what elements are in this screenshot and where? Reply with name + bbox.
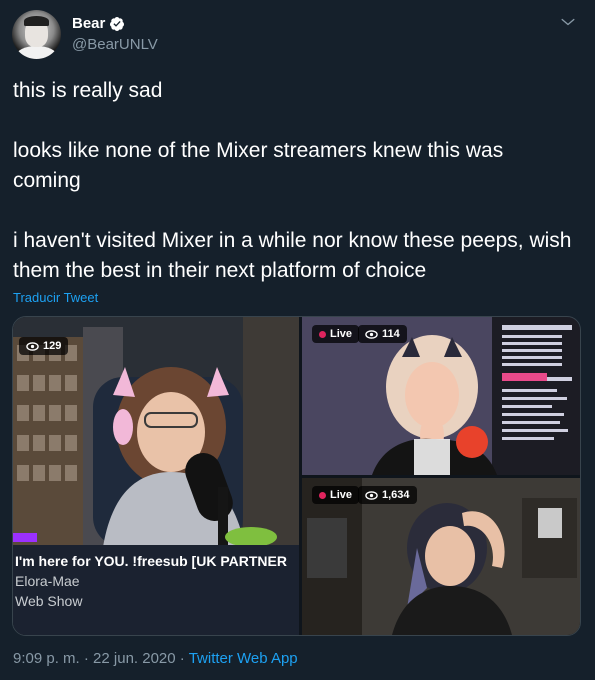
stream-thumbnail-left[interactable]: 129 I'm here for YOU. !freesub [UK PARTN… — [13, 317, 299, 635]
viewer-count-badge: 1,634 — [358, 486, 417, 504]
stream-category: Web Show — [15, 593, 83, 609]
live-dot-icon — [319, 330, 326, 338]
live-dot-icon — [319, 491, 326, 499]
live-label: Live — [330, 489, 353, 501]
verified-badge-icon — [110, 16, 125, 31]
tweet-line: looks like none of the Mixer streamers k… — [13, 139, 504, 192]
stream-title: I'm here for YOU. !freesub [UK PARTNER — [15, 553, 287, 569]
live-label: Live — [330, 328, 353, 340]
tweet-line: i haven't visited Mixer in a while nor k… — [13, 229, 572, 282]
tweet-footer: 9:09 p. m. · 22 jun. 2020 · Twitter Web … — [13, 650, 298, 667]
author-handle[interactable]: @BearUNLV — [72, 36, 158, 53]
eye-icon — [26, 341, 39, 351]
tweet-date[interactable]: 22 jun. 2020 — [93, 650, 176, 667]
eye-icon — [365, 329, 378, 339]
tweet-header: Bear @BearUNLV — [12, 10, 582, 60]
chevron-down-icon[interactable] — [558, 12, 578, 32]
stream-thumbnail-bottom-right[interactable]: Live 1,634 — [302, 478, 580, 635]
author-name[interactable]: Bear — [72, 15, 105, 32]
tweet-time[interactable]: 9:09 p. m. — [13, 650, 80, 667]
viewer-count-badge: 114 — [358, 325, 407, 343]
stream-thumbnail-top-right[interactable]: Live 114 — [302, 317, 580, 475]
tweet-line: this is really sad — [13, 79, 163, 102]
streamer-name: Elora-Mae — [15, 573, 80, 589]
translate-tweet-link[interactable]: Traducir Tweet — [13, 290, 98, 305]
separator: · — [83, 650, 89, 667]
stream-caption: I'm here for YOU. !freesub [UK PARTNER E… — [13, 545, 299, 635]
accent-bar — [13, 533, 37, 542]
live-badge: Live — [312, 486, 360, 504]
source-app-link[interactable]: Twitter Web App — [189, 650, 298, 667]
author-name-row[interactable]: Bear — [72, 15, 125, 32]
live-badge: Live — [312, 325, 360, 343]
viewer-count: 1,634 — [382, 489, 410, 501]
tweet-text: this is really sad looks like none of th… — [13, 76, 573, 286]
author-avatar[interactable] — [12, 10, 61, 59]
viewer-count-badge: 129 — [19, 337, 69, 355]
separator: · — [179, 650, 185, 667]
viewer-count: 129 — [43, 340, 62, 352]
viewer-count: 114 — [382, 328, 400, 340]
eye-icon — [365, 490, 378, 500]
tweet-media[interactable]: 129 I'm here for YOU. !freesub [UK PARTN… — [12, 316, 581, 636]
